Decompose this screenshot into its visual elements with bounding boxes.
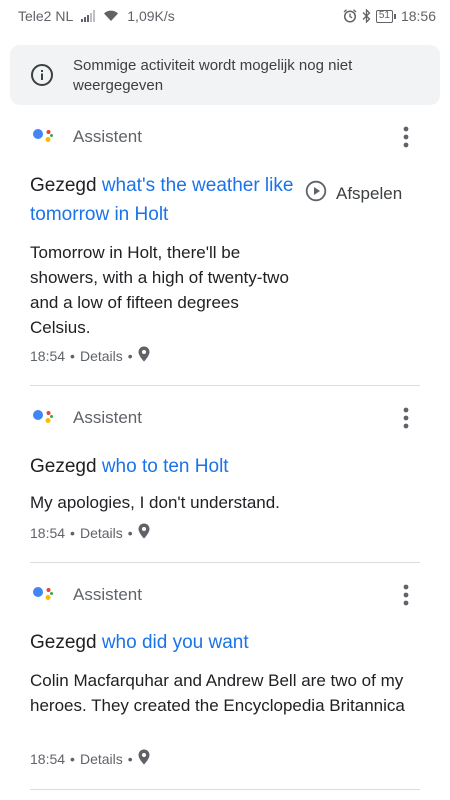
spoken-query-link[interactable]: who to ten Holt	[102, 456, 229, 477]
query-prefix: Gezegd	[30, 632, 97, 653]
more-options-icon[interactable]	[398, 124, 414, 150]
response-text: Tomorrow in Holt, there'll be showers, w…	[30, 243, 289, 337]
divider	[30, 562, 420, 563]
battery-level: 51	[375, 9, 393, 23]
details-link[interactable]: Details	[80, 525, 123, 541]
status-time: 18:56	[400, 8, 436, 24]
query-text: Gezegd what's the weather like tomorrow …	[30, 171, 300, 229]
card-header: Assistent	[30, 583, 420, 607]
query-prefix: Gezegd	[30, 175, 97, 196]
play-circle-icon	[305, 180, 327, 207]
entry-meta: 18:54 • Details •	[30, 346, 150, 365]
entry-time: 18:54	[30, 750, 66, 767]
details-link[interactable]: Details	[80, 751, 123, 767]
response-text: Colin Macfarquhar and Andrew Bell are tw…	[30, 671, 405, 715]
signal-icon	[81, 10, 96, 22]
entry-meta: 18:54 • Details •	[30, 523, 150, 542]
more-options-icon[interactable]	[398, 405, 414, 431]
location-pin-icon	[138, 346, 150, 365]
assistant-label: Assistent	[73, 585, 142, 604]
card-header: Assistent	[30, 406, 420, 430]
divider	[30, 789, 420, 790]
play-label: Afspelen	[336, 183, 403, 203]
status-bar: Tele2 NL 1,09K/s 51 18:56	[0, 0, 450, 32]
divider	[30, 385, 420, 386]
carrier-label: Tele2 NL	[18, 8, 74, 24]
activity-card: Assistent Gezegd who did you want Colin …	[30, 583, 420, 767]
location-pin-icon	[138, 523, 150, 542]
assistant-logo-icon	[32, 125, 56, 149]
query-prefix: Gezegd	[30, 456, 97, 477]
info-icon	[30, 63, 54, 87]
bluetooth-icon	[362, 9, 371, 23]
query-text: Gezegd who did you want	[30, 628, 410, 657]
entry-time: 18:54	[30, 347, 66, 364]
more-options-icon[interactable]	[398, 582, 414, 608]
query-text: Gezegd who to ten Holt	[30, 452, 410, 481]
wifi-icon	[103, 10, 119, 22]
banner-text: Sommige activiteit wordt mogelijk nog ni…	[73, 57, 353, 94]
assistant-logo-icon	[32, 406, 56, 430]
details-link[interactable]: Details	[80, 348, 123, 364]
info-banner: Sommige activiteit wordt mogelijk nog ni…	[10, 45, 440, 105]
activity-card: Assistent Gezegd who to ten Holt My apol…	[30, 406, 420, 541]
spoken-query-link[interactable]: who did you want	[102, 632, 249, 653]
response-text: My apologies, I don't understand.	[30, 493, 280, 512]
assistant-logo-icon	[32, 583, 56, 607]
alarm-icon	[343, 9, 357, 23]
assistant-label: Assistent	[73, 408, 142, 427]
assistant-label: Assistent	[73, 127, 142, 146]
entry-meta: 18:54 • Details •	[30, 749, 150, 768]
location-pin-icon	[138, 749, 150, 768]
data-speed: 1,09K/s	[127, 8, 175, 24]
entry-time: 18:54	[30, 524, 66, 541]
activity-card: Assistent Gezegd what's the weather like…	[30, 125, 420, 364]
card-header: Assistent	[30, 125, 420, 149]
battery-icon: 51	[375, 9, 396, 23]
play-button[interactable]: Afspelen	[305, 180, 402, 207]
